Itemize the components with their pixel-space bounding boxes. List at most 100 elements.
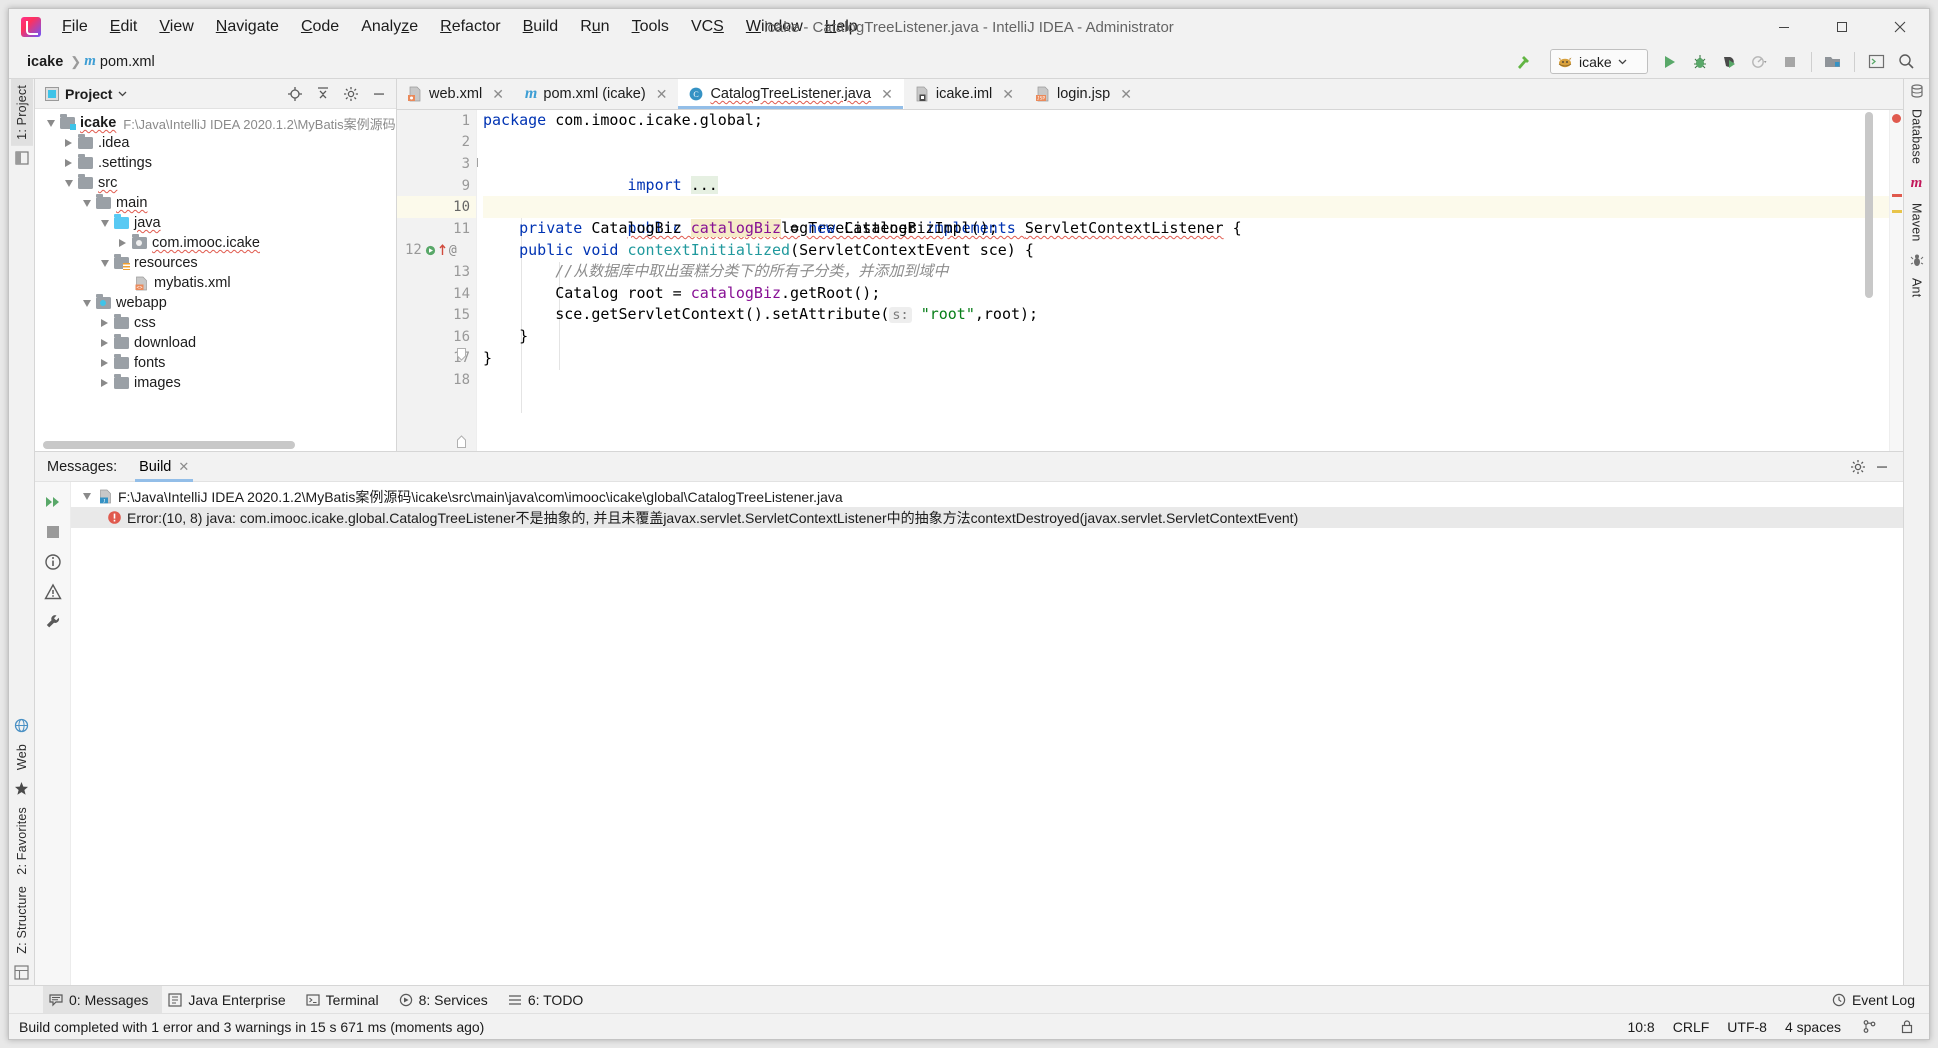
build-message-file-row[interactable]: J F:\Java\IntelliJ IDEA 2020.1.2\MyBatis…: [71, 486, 1903, 507]
event-log-label[interactable]: Event Log: [1852, 992, 1915, 1008]
editor-tab-pom-xml[interactable]: m pom.xml (icake) ✕: [515, 79, 679, 109]
expand-arrow-icon[interactable]: [61, 139, 76, 147]
menu-run[interactable]: Run: [569, 14, 620, 40]
bottom-tab-todo[interactable]: 6: TODO: [502, 986, 598, 1014]
bottom-tab-services[interactable]: 8: Services: [393, 986, 502, 1014]
tree-node-css[interactable]: css: [35, 313, 396, 333]
menu-analyze[interactable]: Analyze: [350, 14, 429, 40]
expand-arrow-icon[interactable]: [43, 119, 58, 127]
bottom-tab-terminal[interactable]: Terminal: [300, 986, 393, 1014]
expand-arrow-icon[interactable]: [97, 319, 112, 327]
messages-hide-button[interactable]: [1871, 456, 1893, 478]
menu-edit[interactable]: Edit: [99, 14, 149, 40]
tree-node-settings[interactable]: .settings: [35, 153, 396, 173]
build-settings-button[interactable]: [39, 608, 67, 636]
menu-tools[interactable]: Tools: [621, 14, 680, 40]
build-message-error-row[interactable]: Error:(10, 8) java: com.imooc.icake.glob…: [71, 507, 1903, 528]
menu-code[interactable]: Code: [290, 14, 350, 40]
file-encoding[interactable]: UTF-8: [1727, 1019, 1767, 1035]
tree-node-src[interactable]: src: [35, 173, 396, 193]
debug-button[interactable]: [1685, 49, 1715, 75]
chevron-down-icon[interactable]: [118, 89, 127, 98]
tree-node-icake[interactable]: icake F:\Java\IntelliJ IDEA 2020.1.2\MyB…: [35, 113, 396, 133]
bottom-tab-java-enterprise[interactable]: Java Enterprise: [162, 986, 299, 1014]
project-tree-horizontal-scrollbar[interactable]: [43, 441, 295, 449]
structure-preview-icon[interactable]: [9, 146, 35, 170]
editor-error-stripe[interactable]: [1889, 110, 1903, 451]
caret-position[interactable]: 10:8: [1627, 1019, 1654, 1035]
locate-file-button[interactable]: [284, 83, 306, 105]
tree-node-resources[interactable]: resources: [35, 253, 396, 273]
tool-window-project[interactable]: 1: Project: [10, 79, 33, 146]
tree-node-java[interactable]: java: [35, 213, 396, 233]
close-tab-icon[interactable]: ✕: [178, 459, 189, 475]
expand-arrow-icon[interactable]: [61, 179, 76, 187]
search-everywhere-button[interactable]: [1891, 49, 1921, 75]
close-tab-icon[interactable]: ✕: [490, 86, 506, 103]
menu-vcs[interactable]: VCS: [680, 14, 735, 40]
override-arrow-icon[interactable]: [439, 244, 446, 256]
close-tab-icon[interactable]: ✕: [1000, 86, 1016, 103]
menu-refactor[interactable]: Refactor: [429, 14, 511, 40]
editor-tab-catalogtreelistener[interactable]: C CatalogTreeListener.java ✕: [678, 79, 904, 109]
show-warnings-button[interactable]: [39, 578, 67, 606]
terminal-button[interactable]: [1861, 49, 1891, 75]
open-folder-button[interactable]: [1818, 49, 1848, 75]
tree-node-mybatis-xml[interactable]: <> mybatis.xml: [35, 273, 396, 293]
expand-arrow-icon[interactable]: [97, 379, 112, 387]
run-button[interactable]: [1655, 49, 1685, 75]
minimize-button[interactable]: [1755, 9, 1813, 45]
close-tab-icon[interactable]: ✕: [879, 86, 895, 103]
fold-region-end-icon[interactable]: [456, 435, 467, 452]
menu-navigate[interactable]: Navigate: [205, 14, 290, 40]
expand-arrow-icon[interactable]: [97, 339, 112, 347]
line-separator[interactable]: CRLF: [1673, 1019, 1710, 1035]
editor-tab-web-xml[interactable]: web.xml ✕: [397, 79, 515, 109]
editor-vertical-scrollbar[interactable]: [1865, 112, 1873, 298]
tree-node-main[interactable]: main: [35, 193, 396, 213]
menu-build[interactable]: Build: [512, 14, 570, 40]
collapse-all-button[interactable]: [312, 83, 334, 105]
expand-arrow-icon[interactable]: [79, 199, 94, 207]
stop-build-button[interactable]: [39, 518, 67, 546]
build-project-button[interactable]: [1508, 49, 1538, 75]
error-stripe-marker[interactable]: [1892, 114, 1901, 123]
expand-arrow-icon[interactable]: [115, 239, 130, 247]
code-text-area[interactable]: package com.imooc.icake.global; +import …: [477, 110, 1889, 451]
branch-icon[interactable]: [1859, 1018, 1879, 1036]
breadcrumb-project[interactable]: icake: [23, 52, 67, 72]
expand-arrow-icon[interactable]: [97, 219, 112, 227]
show-info-button[interactable]: [39, 548, 67, 576]
maximize-button[interactable]: [1813, 9, 1871, 45]
tool-window-ant[interactable]: Ant: [1906, 272, 1928, 303]
editor-tab-icake-iml[interactable]: icake.iml ✕: [904, 79, 1025, 109]
breadcrumb-file[interactable]: pom.xml: [100, 54, 155, 70]
fold-expand-icon[interactable]: +: [477, 158, 478, 168]
messages-tab-build[interactable]: Build ✕: [131, 452, 197, 482]
lock-icon[interactable]: [1897, 1018, 1917, 1036]
close-tab-icon[interactable]: ✕: [1118, 86, 1134, 103]
tool-window-structure[interactable]: Z: Structure: [11, 880, 33, 960]
expand-arrow-icon[interactable]: [79, 299, 94, 307]
run-method-icon[interactable]: [425, 245, 436, 256]
tree-node-webapp[interactable]: webapp: [35, 293, 396, 313]
run-with-coverage-button[interactable]: [1715, 49, 1745, 75]
indent-setting[interactable]: 4 spaces: [1785, 1019, 1841, 1035]
tree-node-package[interactable]: com.imooc.icake: [35, 233, 396, 253]
tool-window-maven[interactable]: Maven: [1906, 197, 1928, 248]
error-stripe-mark-class[interactable]: [1892, 194, 1902, 197]
project-tree[interactable]: icake F:\Java\IntelliJ IDEA 2020.1.2\MyB…: [35, 109, 396, 451]
editor-tab-login-jsp[interactable]: JSP login.jsp ✕: [1025, 79, 1143, 109]
close-button[interactable]: [1871, 9, 1929, 45]
menu-window[interactable]: Window: [735, 14, 814, 40]
expand-arrow-icon[interactable]: [97, 259, 112, 267]
code-editor[interactable]: 1 2 3 9 10 11 12 @ 13 14 15 16 18 packag…: [397, 110, 1903, 451]
fold-region-start-icon[interactable]: [456, 348, 467, 365]
build-messages-list[interactable]: J F:\Java\IntelliJ IDEA 2020.1.2\MyBatis…: [71, 482, 1903, 985]
bottom-tab-messages[interactable]: 0: Messages: [43, 985, 163, 1014]
menu-file[interactable]: File: [51, 14, 99, 40]
tool-window-web[interactable]: Web: [11, 738, 33, 776]
stop-button[interactable]: [1775, 49, 1805, 75]
close-tab-icon[interactable]: ✕: [654, 86, 670, 103]
tool-window-favorites[interactable]: 2: Favorites: [11, 801, 33, 881]
